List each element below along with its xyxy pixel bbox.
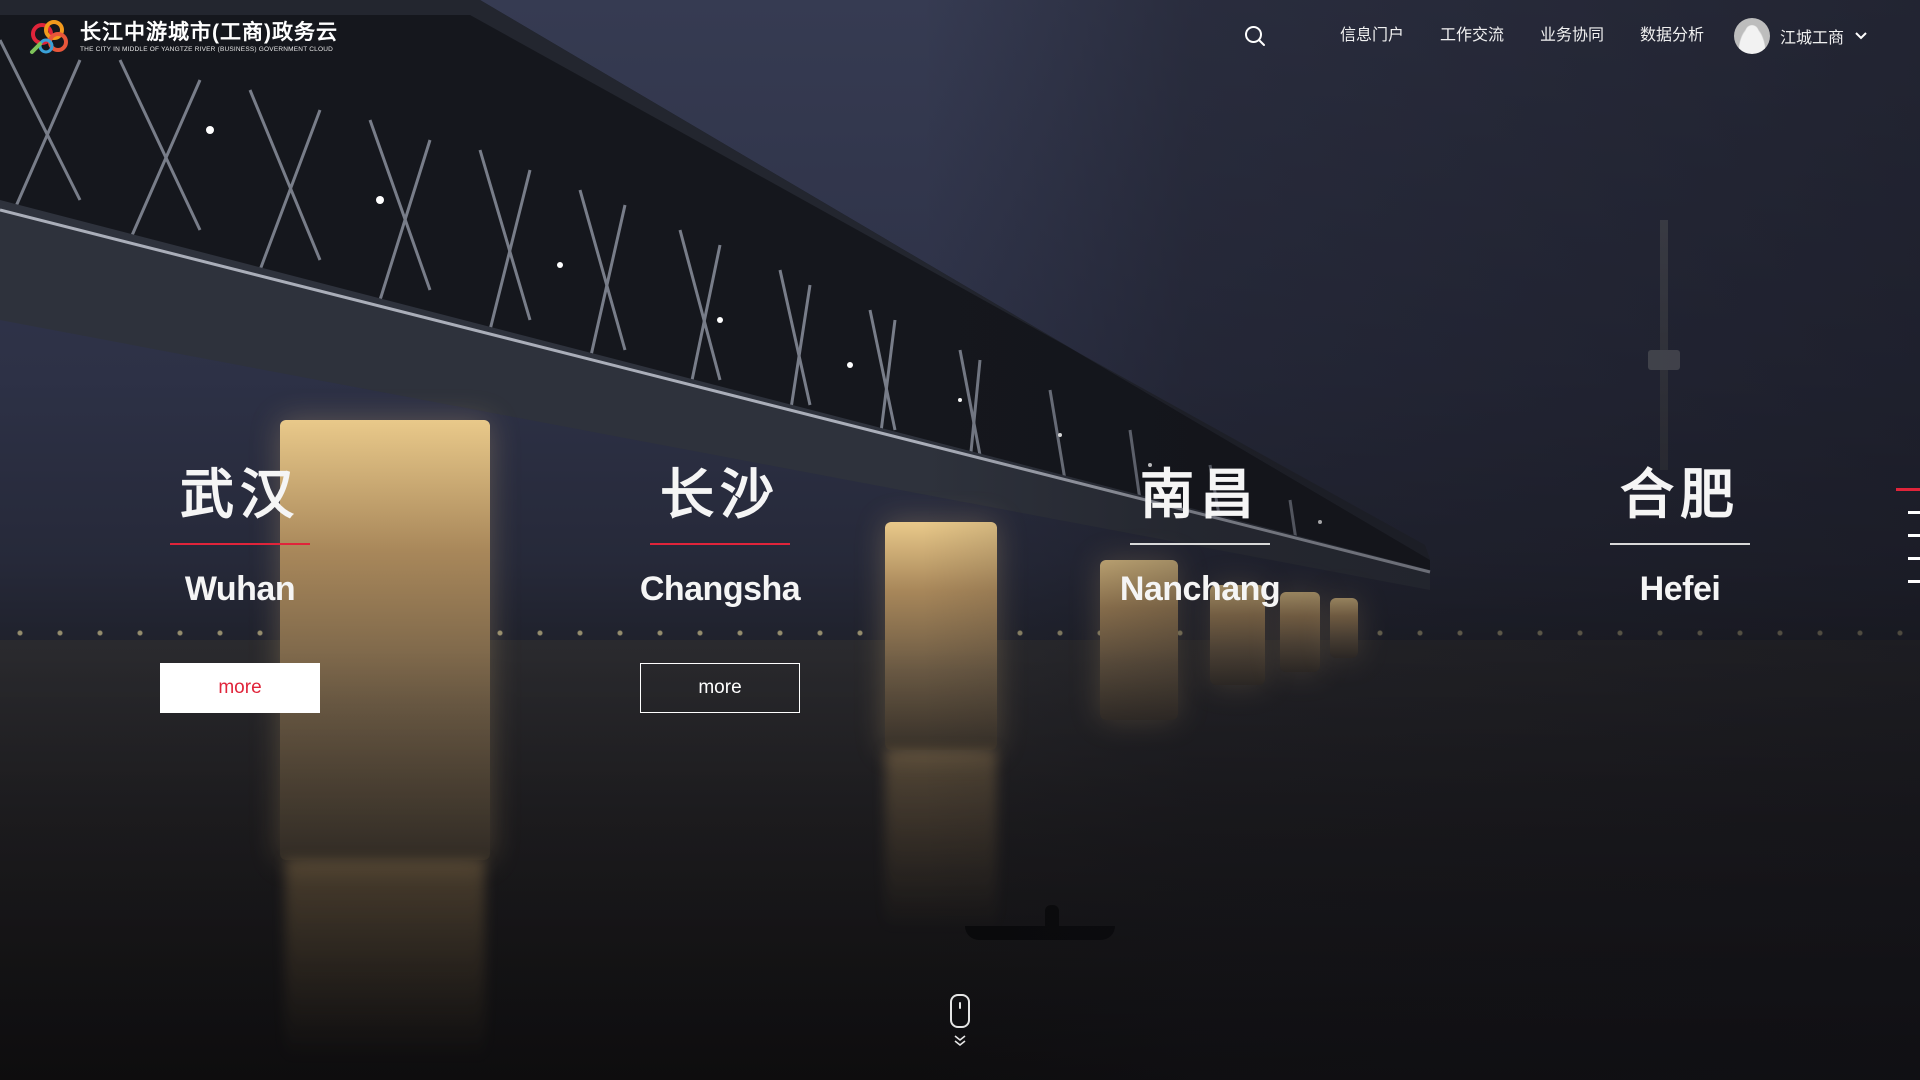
- city-name-cn: 武汉: [180, 465, 300, 525]
- city-card-changsha[interactable]: 长沙 Changsha more: [590, 460, 850, 713]
- pager-dot-3[interactable]: [1908, 534, 1920, 537]
- city-list: 武汉 Wuhan more 长沙 Changsha more 南昌 Nancha…: [0, 0, 1920, 1080]
- city-underline: [170, 543, 310, 545]
- mouse-scroll-icon: [950, 994, 970, 1028]
- pager-dot-1[interactable]: [1896, 488, 1920, 491]
- city-card-hefei[interactable]: 合肥 Hefei: [1550, 460, 1810, 611]
- mouse-wheel: [959, 1002, 961, 1009]
- pager-dot-2[interactable]: [1908, 511, 1920, 514]
- double-chevron-down-icon: [954, 1035, 966, 1047]
- more-button-wuhan[interactable]: more: [160, 663, 320, 713]
- city-card-wuhan[interactable]: 武汉 Wuhan more: [110, 460, 370, 713]
- city-underline: [650, 543, 790, 545]
- city-name-en: Wuhan: [184, 570, 296, 608]
- city-underline: [1610, 543, 1750, 545]
- scroll-down-hint[interactable]: [948, 994, 972, 1048]
- city-name-cn: 南昌: [1140, 465, 1260, 525]
- city-card-nanchang[interactable]: 南昌 Nanchang: [1070, 460, 1330, 611]
- city-underline: [1130, 543, 1270, 545]
- city-name-en: Changsha: [639, 570, 801, 608]
- city-name-en: Hefei: [1639, 570, 1721, 608]
- city-name-en: Nanchang: [1119, 570, 1281, 608]
- city-name-cn: 合肥: [1620, 465, 1740, 525]
- more-button-changsha[interactable]: more: [640, 663, 800, 713]
- pager-dot-4[interactable]: [1908, 557, 1920, 560]
- slide-pager: [1896, 488, 1920, 603]
- city-name-cn: 长沙: [660, 465, 780, 525]
- pager-dot-5[interactable]: [1908, 580, 1920, 583]
